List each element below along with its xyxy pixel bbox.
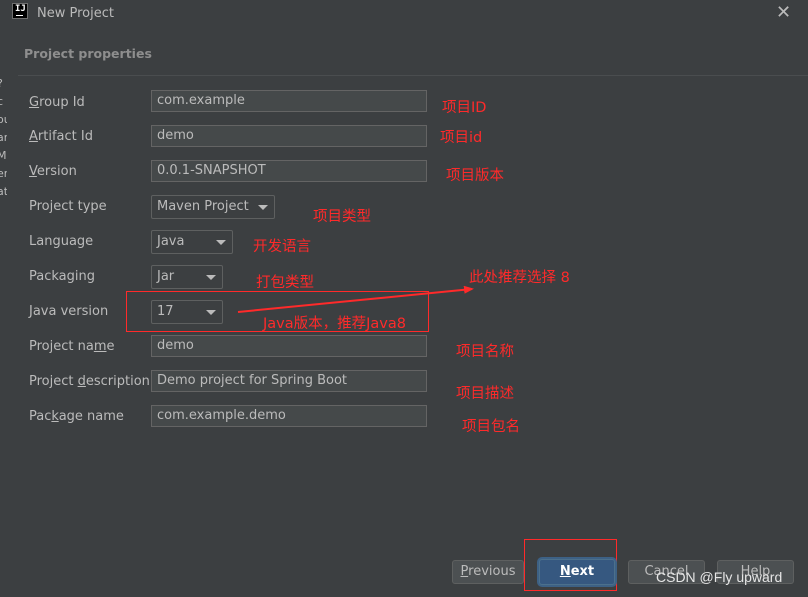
mnemonic-char: P — [460, 564, 469, 579]
previous-button[interactable]: Previous — [452, 560, 524, 584]
csdn-watermark: CSDN @Fly upward — [656, 569, 783, 585]
annotation-arrow — [237, 285, 474, 313]
mnemonic-char: N — [559, 564, 571, 579]
button-label: ext — [570, 564, 595, 579]
next-button[interactable]: Next — [539, 559, 615, 585]
button-label: revious — [468, 564, 516, 579]
